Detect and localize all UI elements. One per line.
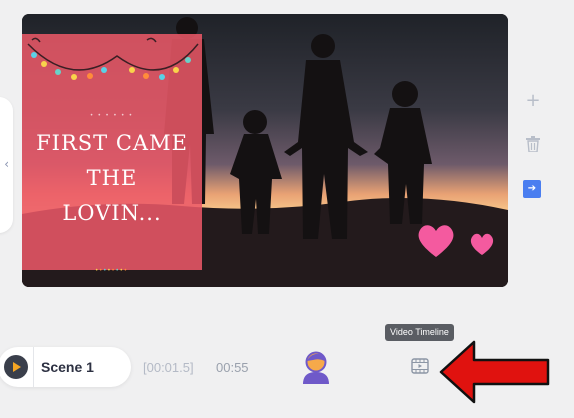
quote-text[interactable]: FIRST CAME THE LOVIN... bbox=[22, 126, 202, 231]
plus-icon[interactable]: + bbox=[519, 90, 547, 111]
scene-panel-toggle[interactable]: ‹ bbox=[0, 97, 13, 233]
character-avatar-button[interactable] bbox=[301, 351, 331, 390]
quote-line: THE bbox=[86, 166, 138, 190]
red-arrow-annotation bbox=[439, 340, 550, 404]
person-avatar-icon bbox=[303, 351, 329, 384]
dot-divider: • • • • • • bbox=[90, 113, 134, 119]
divider bbox=[33, 347, 34, 387]
colored-dots-decoration: •••••••• bbox=[95, 268, 129, 274]
total-duration: 00:55 bbox=[216, 360, 249, 375]
play-button[interactable] bbox=[4, 355, 28, 379]
film-strip-icon bbox=[411, 358, 429, 374]
quote-line: LOVIN... bbox=[62, 201, 162, 225]
quote-line: FIRST CAME bbox=[36, 131, 188, 155]
trash-icon[interactable] bbox=[519, 136, 547, 157]
scene-label: Scene 1 bbox=[41, 359, 94, 375]
hearts-sticker[interactable] bbox=[416, 221, 498, 261]
scene-canvas[interactable]: • • • • • • FIRST CAME THE LOVIN... ••••… bbox=[22, 14, 508, 287]
scene-selector[interactable]: Scene 1 bbox=[0, 347, 131, 387]
arrow-right-icon[interactable]: ➔ bbox=[523, 180, 541, 198]
play-icon bbox=[13, 362, 21, 372]
video-timeline-button[interactable] bbox=[411, 358, 429, 379]
current-time: [00:01.5] bbox=[143, 360, 194, 375]
quote-card[interactable]: • • • • • • FIRST CAME THE LOVIN... ••••… bbox=[22, 34, 202, 274]
string-lights-decoration bbox=[27, 37, 199, 80]
chevron-left-icon: ‹ bbox=[4, 157, 9, 171]
